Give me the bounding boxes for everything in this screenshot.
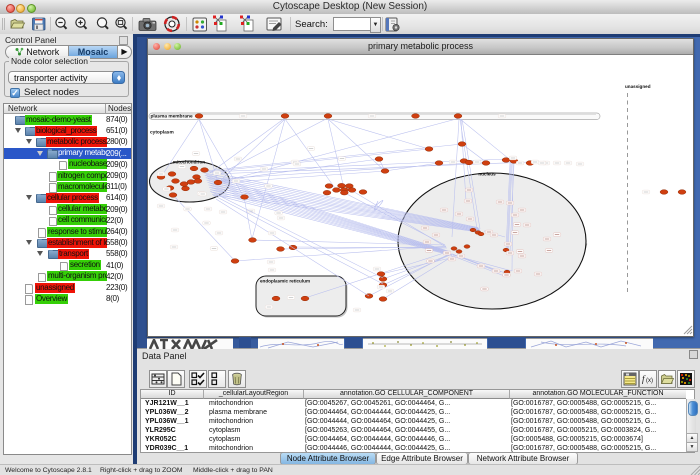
svg-text:mitochondrion: mitochondrion [173,160,205,165]
svg-text:plasma membrane: plasma membrane [151,114,193,120]
svg-text:endoplasmic reticulum: endoplasmic reticulum [260,279,310,284]
svg-text:cytoplasm: cytoplasm [150,130,174,136]
svg-text:(x): (x) [646,378,653,384]
svg-text:nucleus: nucleus [478,172,496,177]
svg-text:unassigned: unassigned [625,84,651,89]
